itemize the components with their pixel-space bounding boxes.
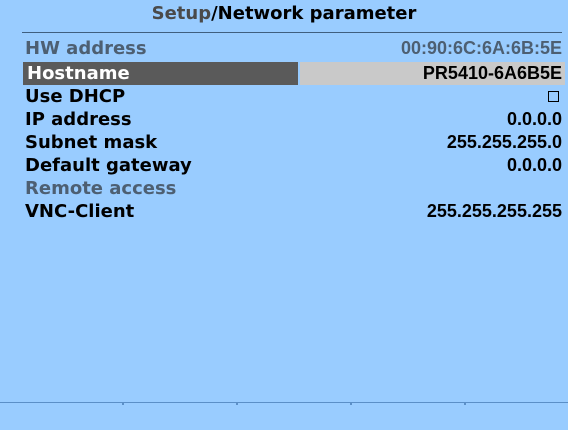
subnet-mask-value: 255.255.255.0 <box>446 132 562 152</box>
row-hostname[interactable]: Hostname PR5410-6A6B5E <box>23 62 565 85</box>
vnc-client-label: VNC-Client <box>25 201 135 222</box>
softkey-separator <box>350 403 352 405</box>
subnet-mask-label: Subnet mask <box>25 132 158 153</box>
row-vnc-client[interactable]: VNC-Client 255.255.255.255 <box>23 200 565 223</box>
row-hw-address: HW address 00:90:6C:6A:6B:5E <box>23 37 565 60</box>
row-subnet-mask[interactable]: Subnet mask 255.255.255.0 <box>23 131 565 154</box>
use-dhcp-label: Use DHCP <box>25 86 126 107</box>
hostname-value: PR5410-6A6B5E <box>422 63 562 83</box>
header-page-title: Network parameter <box>217 3 417 24</box>
hw-address-value: 00:90:6C:6A:6B:5E <box>400 38 562 58</box>
softkey-separator <box>236 403 238 405</box>
hostname-label-cell[interactable]: Hostname <box>23 62 298 85</box>
softkey-separator <box>122 403 124 405</box>
remote-access-label: Remote access <box>25 178 177 199</box>
hostname-value-field[interactable]: PR5410-6A6B5E <box>300 62 565 85</box>
default-gateway-label: Default gateway <box>25 155 192 176</box>
ip-address-label: IP address <box>25 109 132 130</box>
row-use-dhcp[interactable]: Use DHCP <box>23 85 565 108</box>
ip-address-value: 0.0.0.0 <box>506 109 562 129</box>
hostname-label: Hostname <box>27 63 130 84</box>
softkey-separator <box>464 403 466 405</box>
row-ip-address[interactable]: IP address 0.0.0.0 <box>23 108 565 131</box>
header-section: Setup <box>151 3 212 24</box>
vnc-client-value: 255.255.255.255 <box>426 201 562 221</box>
use-dhcp-checkbox[interactable] <box>548 91 559 102</box>
header-divider <box>22 32 562 33</box>
row-default-gateway[interactable]: Default gateway 0.0.0.0 <box>23 154 565 177</box>
row-remote-access: Remote access <box>23 177 565 200</box>
default-gateway-value: 0.0.0.0 <box>506 155 562 175</box>
softkey-bar-divider <box>0 402 568 403</box>
page-header: Setup/Network parameter <box>0 0 568 28</box>
header-separator: / <box>211 3 218 24</box>
hw-address-label: HW address <box>25 38 147 59</box>
